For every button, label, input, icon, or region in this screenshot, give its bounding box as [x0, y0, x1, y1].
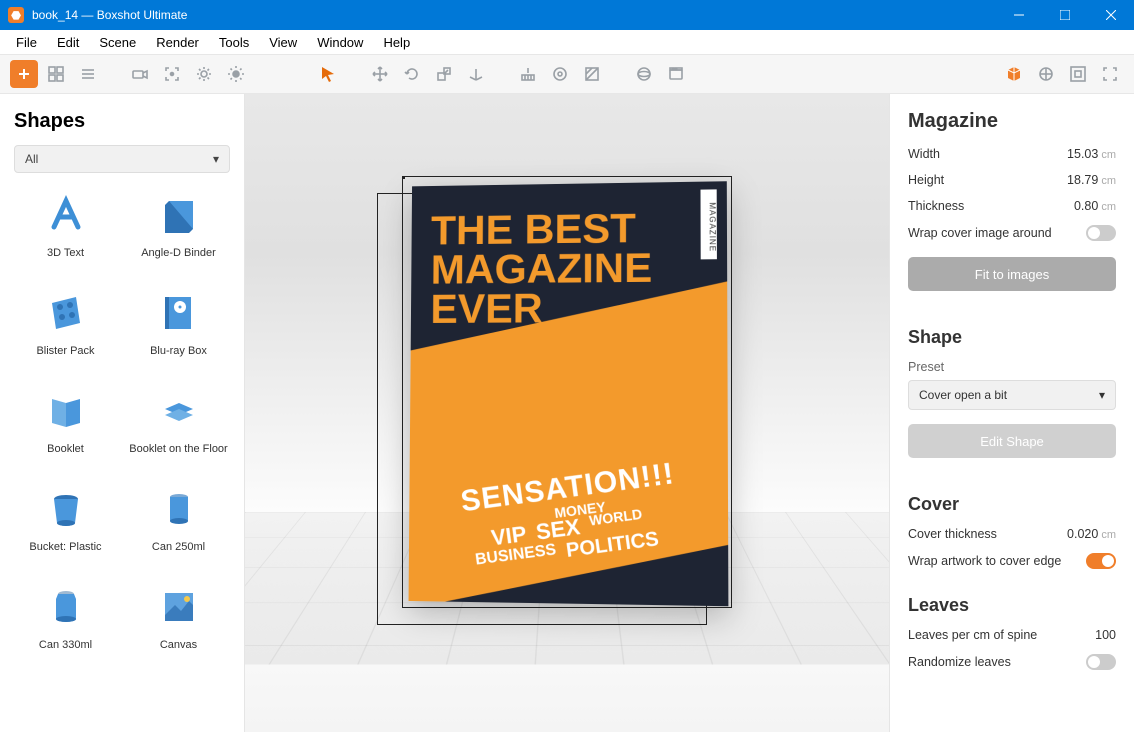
camera-icon[interactable] — [126, 60, 154, 88]
section-magazine: Magazine — [908, 110, 1116, 133]
section-shape: Shape — [908, 327, 1116, 348]
menu-window[interactable]: Window — [307, 33, 373, 52]
minimize-button[interactable] — [996, 0, 1042, 30]
settings-icon[interactable] — [190, 60, 218, 88]
viewport[interactable]: MAGAZINE THE BEST MAGAZINE EVER #1, 12 M… — [245, 94, 889, 732]
shape-blister-pack[interactable]: Blister Pack — [14, 289, 117, 357]
light-icon[interactable] — [222, 60, 250, 88]
select-icon[interactable] — [314, 60, 342, 88]
scale-icon[interactable] — [430, 60, 458, 88]
chevron-down-icon: ▾ — [213, 152, 219, 166]
edit-shape-button[interactable]: Edit Shape — [908, 424, 1116, 458]
height-value[interactable]: 18.79 — [1067, 173, 1098, 187]
preset-label: Preset — [908, 360, 1116, 374]
fit-icon[interactable] — [1064, 60, 1092, 88]
wrap-artwork-label: Wrap artwork to cover edge — [908, 554, 1061, 568]
rotate-icon[interactable] — [398, 60, 426, 88]
render-icon[interactable] — [662, 60, 690, 88]
shape-can-250[interactable]: Can 250ml — [127, 485, 230, 553]
shape-booklet-floor[interactable]: Booklet on the Floor — [127, 387, 230, 455]
fullscreen-icon[interactable] — [1096, 60, 1124, 88]
wrap-artwork-toggle[interactable] — [1086, 553, 1116, 569]
menu-edit[interactable]: Edit — [47, 33, 89, 52]
shape-can-330[interactable]: Can 330ml — [14, 583, 117, 651]
menu-help[interactable]: Help — [373, 33, 420, 52]
height-label: Height — [908, 173, 944, 187]
menu-render[interactable]: Render — [146, 33, 209, 52]
magazine-cover: MAGAZINE THE BEST MAGAZINE EVER #1, 12 M… — [409, 181, 729, 606]
chevron-down-icon: ▾ — [1099, 388, 1105, 402]
shapes-filter-dropdown[interactable]: All ▾ — [14, 145, 230, 173]
randomize-leaves-toggle[interactable] — [1086, 654, 1116, 670]
window-title: book_14 — Boxshot Ultimate — [32, 8, 996, 22]
grid-icon[interactable] — [42, 60, 70, 88]
thickness-label: Thickness — [908, 199, 964, 213]
preview-icon[interactable] — [546, 60, 574, 88]
preset-value: Cover open a bit — [919, 388, 1007, 402]
safe-area-icon[interactable] — [1032, 60, 1060, 88]
menu-scene[interactable]: Scene — [89, 33, 146, 52]
menu-view[interactable]: View — [259, 33, 307, 52]
globe-icon[interactable] — [630, 60, 658, 88]
shape-bluray-box[interactable]: Blu-ray Box — [127, 289, 230, 357]
menubar: File Edit Scene Render Tools View Window… — [0, 30, 1134, 54]
shape-canvas[interactable]: Canvas — [127, 583, 230, 651]
titlebar: ⬣ book_14 — Boxshot Ultimate — [0, 0, 1134, 30]
menu-tools[interactable]: Tools — [209, 33, 259, 52]
shapes-filter-value: All — [25, 152, 38, 166]
menu-file[interactable]: File — [6, 33, 47, 52]
view-3d-icon[interactable] — [1000, 60, 1028, 88]
cover-thickness-label: Cover thickness — [908, 527, 997, 541]
wrap-cover-label: Wrap cover image around — [908, 226, 1052, 240]
fit-to-images-button[interactable]: Fit to images — [908, 257, 1116, 291]
shape-bucket[interactable]: Bucket: Plastic — [14, 485, 117, 553]
preset-dropdown[interactable]: Cover open a bit ▾ — [908, 380, 1116, 410]
shape-angle-d-binder[interactable]: Angle-D Binder — [127, 191, 230, 259]
cover-thickness-value[interactable]: 0.020 — [1067, 527, 1098, 541]
add-icon[interactable] — [10, 60, 38, 88]
width-value[interactable]: 15.03 — [1067, 147, 1098, 161]
wrap-cover-toggle[interactable] — [1086, 225, 1116, 241]
thickness-value[interactable]: 0.80 — [1074, 199, 1098, 213]
section-cover: Cover — [908, 494, 1116, 515]
section-leaves: Leaves — [908, 595, 1116, 616]
maximize-button[interactable] — [1042, 0, 1088, 30]
magazine-object[interactable]: MAGAZINE THE BEST MAGAZINE EVER #1, 12 M… — [408, 182, 726, 602]
shapes-panel: Shapes All ▾ 3D Text Angle-D Binder Blis… — [0, 94, 245, 732]
app-icon: ⬣ — [8, 7, 24, 23]
leaves-per-cm-label: Leaves per cm of spine — [908, 628, 1037, 642]
shape-3d-text[interactable]: 3D Text — [14, 191, 117, 259]
shape-booklet[interactable]: Booklet — [14, 387, 117, 455]
axis-icon[interactable] — [462, 60, 490, 88]
focus-icon[interactable] — [158, 60, 186, 88]
shapes-title: Shapes — [14, 110, 230, 133]
snap-icon[interactable] — [514, 60, 542, 88]
width-label: Width — [908, 147, 940, 161]
randomize-leaves-label: Randomize leaves — [908, 655, 1011, 669]
properties-panel: Magazine Width 15.03cm Height 18.79cm Th… — [889, 94, 1134, 732]
move-icon[interactable] — [366, 60, 394, 88]
leaves-per-cm-value[interactable]: 100 — [1095, 628, 1116, 642]
material-icon[interactable] — [578, 60, 606, 88]
list-icon[interactable] — [74, 60, 102, 88]
toolbar — [0, 54, 1134, 94]
close-button[interactable] — [1088, 0, 1134, 30]
cover-tab: MAGAZINE — [701, 189, 717, 259]
